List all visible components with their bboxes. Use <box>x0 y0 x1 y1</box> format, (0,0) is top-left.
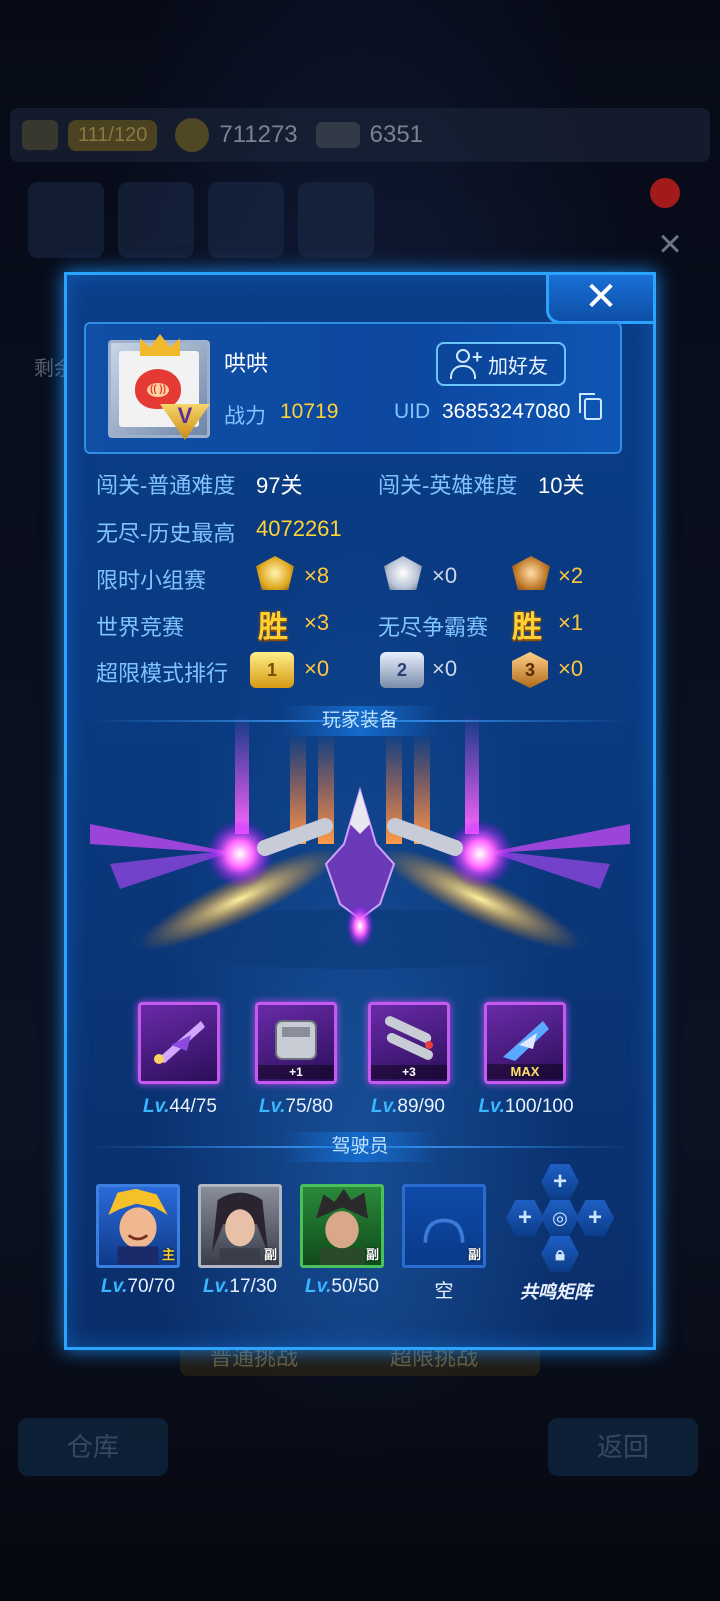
add-friend-label: 加好友 <box>488 355 548 378</box>
resonance-matrix-label: 共鸣矩阵 <box>520 1282 592 1302</box>
gold-counter: 711273 <box>175 118 298 152</box>
pilot-title: 驾驶员 <box>282 1132 438 1162</box>
rank-2-badge-icon: 2 <box>380 652 424 688</box>
uid-value: 36853247080 <box>442 400 571 423</box>
wingman-ship-icon <box>503 1021 549 1061</box>
equipment-level-3: Lv.89/90 <box>371 1096 445 1117</box>
stamina-value: 111/120 <box>68 119 158 151</box>
endless-best-value: 4072261 <box>256 516 342 541</box>
equipment-slot-1[interactable] <box>138 1002 220 1084</box>
equipment-slot-2[interactable]: +1 <box>255 1002 337 1084</box>
equipment-level-4: Lv.100/100 <box>478 1096 574 1117</box>
ultra-rank-1-count: ×0 <box>304 656 330 681</box>
equipment-level-2: Lv.75/80 <box>259 1096 333 1117</box>
power-value: 10719 <box>280 400 339 423</box>
uid-label: UID <box>394 400 431 423</box>
endless-fight-count: ×1 <box>558 610 584 635</box>
notification-dot <box>650 178 680 208</box>
background-tabs <box>28 182 374 258</box>
bg-tab-4 <box>298 182 374 258</box>
pilot-slot-4-empty[interactable]: 副 <box>402 1184 486 1268</box>
wing-icon <box>315 122 360 148</box>
bg-tab-1 <box>28 182 104 258</box>
ultra-rank-label: 超限模式排行 <box>96 661 229 686</box>
pig-avatar-icon: (( )) <box>135 369 181 409</box>
plus-hex-icon: + <box>541 1164 579 1200</box>
ultra-rank-2-count: ×0 <box>432 656 458 681</box>
normal-difficulty-value: 97关 <box>256 473 303 498</box>
normal-difficulty-label: 闯关-普通难度 <box>96 473 236 498</box>
equipment-slot-3[interactable]: +3 <box>368 1002 450 1084</box>
add-person-icon: + <box>448 347 483 379</box>
endless-fight-label: 无尽争霸赛 <box>378 615 489 640</box>
lightning-icon <box>22 120 58 150</box>
pilot-slot-2[interactable]: 副 <box>198 1184 282 1268</box>
close-button[interactable]: ✕ <box>546 272 656 324</box>
missile-pod-icon <box>384 1016 434 1060</box>
pilot-empty-label: 空 <box>434 1281 454 1302</box>
add-friend-button[interactable]: + 加好友 <box>436 342 566 386</box>
rank-1-badge-icon: 1 <box>250 652 294 688</box>
gold-value: 711273 <box>219 121 298 148</box>
bg-warehouse-button: 仓库 <box>18 1418 168 1476</box>
win-badge-icon: 胜 <box>512 611 542 644</box>
resonance-matrix-button[interactable]: + + ◎ + 🔒︎ <box>506 1164 614 1274</box>
hero-difficulty-value: 10关 <box>538 473 585 498</box>
ultra-rank-3-count: ×0 <box>558 656 584 681</box>
background-close-icon: × <box>658 222 682 266</box>
player-ship-preview <box>90 714 630 969</box>
limited-bronze-count: ×2 <box>558 563 584 588</box>
stamina-counter: 111/120 <box>22 119 158 151</box>
armor-block-icon <box>275 1020 317 1060</box>
fighter-jet-icon <box>154 1021 205 1064</box>
win-badge-icon: 胜 <box>258 611 288 644</box>
world-contest-count: ×3 <box>304 610 330 635</box>
limited-gold-count: ×8 <box>304 563 330 588</box>
wing-counter: 6351 <box>315 121 424 149</box>
bg-return-button: 返回 <box>548 1418 698 1476</box>
limited-group-label: 限时小组赛 <box>96 568 207 593</box>
limited-silver-count: ×0 <box>432 563 458 588</box>
pilot-slot-1[interactable]: 主 <box>96 1184 180 1268</box>
power-label: 战力 <box>224 405 266 428</box>
gold-coin-icon <box>175 118 210 152</box>
endless-best-label: 无尽-历史最高 <box>96 521 236 546</box>
plus-hex-icon: + <box>506 1200 544 1236</box>
bg-tab-2 <box>118 182 194 258</box>
plus-hex-icon: + <box>576 1200 614 1236</box>
world-contest-label: 世界竞赛 <box>96 615 185 640</box>
equipment-slot-4[interactable]: MAX <box>484 1002 566 1084</box>
hero-difficulty-label: 闯关-英雄难度 <box>378 473 518 498</box>
wing-value: 6351 <box>369 121 424 148</box>
player-nickname: 哄哄 <box>224 351 269 376</box>
copy-icon[interactable] <box>579 393 602 420</box>
resource-bar: 111/120 711273 6351 <box>10 108 710 162</box>
core-hex-icon: ◎ <box>541 1200 579 1236</box>
pilot-slot-3[interactable]: 副 <box>300 1184 384 1268</box>
equipment-level-1: Lv.44/75 <box>143 1096 217 1117</box>
lock-hex-icon: 🔒︎ <box>541 1236 579 1272</box>
bg-tab-3 <box>208 182 284 258</box>
